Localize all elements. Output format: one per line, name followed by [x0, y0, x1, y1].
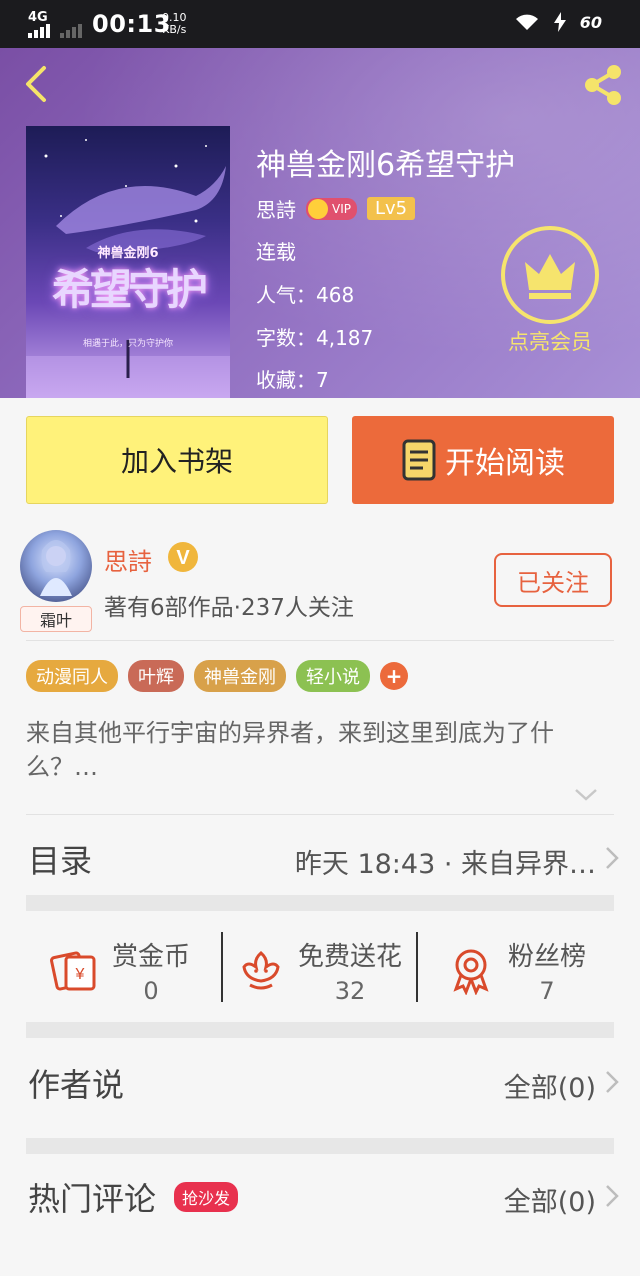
book-header: 神兽金刚6 希望守护 相遇于此，只为守护你 神兽金刚6希望守护 思詩 VIP L…	[0, 48, 640, 398]
start-reading-button[interactable]: 开始阅读	[352, 416, 614, 504]
svg-text:¥: ¥	[75, 966, 85, 983]
author-says-title: 作者说	[28, 1066, 125, 1104]
tag-2[interactable]: 神兽金刚	[194, 660, 286, 692]
author-line: 思詩 VIP Lv5	[256, 194, 416, 223]
fan-rank-label: 粉丝榜	[508, 941, 587, 972]
tag-list: 动漫同人 叶辉 神兽金刚 轻小说 +	[26, 660, 408, 692]
hot-comments-row[interactable]: 热门评论 全部(0)	[0, 1168, 640, 1224]
favorites-count: 收藏：7	[256, 368, 329, 392]
section-separator	[26, 895, 614, 911]
catalog-row[interactable]: 目录 昨天 18:43 · 来自异界…	[0, 830, 640, 886]
fan-rank-value: 7	[539, 976, 555, 1005]
book-title: 神兽金刚6希望守护	[256, 148, 516, 183]
popularity: 人气：468	[256, 283, 355, 307]
stats-bar: ¥ 赏金币 0 免费送花 32 粉丝榜 7	[26, 920, 614, 1020]
avatar-tag: 霜叶	[20, 606, 92, 632]
author-avatar[interactable]	[20, 530, 92, 602]
status-bar: 4G 00:13 0.10 KB/s 60	[0, 0, 640, 48]
add-tag-button[interactable]: +	[380, 662, 408, 690]
avatar-figure-icon	[40, 540, 72, 596]
battery-level: 60	[579, 12, 602, 32]
chevron-right-icon	[606, 847, 619, 869]
member-label: 点亮会员	[508, 330, 592, 354]
coin-gift-icon: ¥	[50, 951, 96, 991]
gift-coins-value: 0	[143, 976, 159, 1005]
gift-coins-label: 赏金币	[112, 941, 191, 972]
crown-icon	[501, 226, 599, 324]
add-to-shelf-button[interactable]: 加入书架	[26, 416, 328, 504]
book-cover[interactable]: 神兽金刚6 希望守护 相遇于此，只为守护你	[26, 126, 230, 398]
tag-3[interactable]: 轻小说	[296, 660, 370, 692]
share-icon[interactable]	[580, 62, 626, 108]
book-description[interactable]: 来自其他平行宇宙的异界者，来到这里到底为了什么？…	[26, 716, 618, 784]
hot-comments-all: 全部(0)	[503, 1187, 596, 1218]
gift-coins-stat[interactable]: ¥ 赏金币 0	[50, 920, 190, 1020]
first-comment-badge[interactable]: 抢沙发	[174, 1182, 239, 1212]
back-arrow-icon[interactable]	[18, 64, 58, 104]
cover-footer: 相遇于此，只为守护你	[82, 339, 173, 349]
start-reading-label: 开始阅读	[445, 446, 565, 481]
net-speed: 0.10 KB/s	[162, 12, 187, 36]
signal-secondary-icon	[60, 24, 82, 38]
verified-v-letter: V	[176, 547, 190, 569]
book-icon	[402, 439, 436, 481]
ribbon-medal-icon	[453, 949, 489, 995]
header-author-name[interactable]: 思詩	[256, 194, 296, 223]
signal-icon	[28, 24, 50, 38]
divider	[26, 640, 614, 641]
word-count: 字数：4,187	[256, 326, 374, 350]
catalog-title: 目录	[28, 842, 93, 880]
author-says-row[interactable]: 作者说 全部(0)	[0, 1054, 640, 1110]
network-type: 4G	[28, 10, 48, 25]
vip-label: VIP	[332, 201, 351, 216]
hot-comments-title: 热门评论	[28, 1180, 157, 1218]
free-flowers-value: 32	[334, 976, 366, 1005]
cover-title-art: 希望守护	[51, 265, 208, 314]
author-stats: 著有6部作品·237人关注	[104, 595, 354, 621]
section-separator	[26, 1138, 614, 1154]
vip-crown-icon	[308, 198, 328, 219]
tag-1[interactable]: 叶辉	[128, 660, 184, 692]
wifi-icon	[515, 14, 538, 30]
member-button[interactable]: 点亮会员	[500, 226, 600, 356]
divider	[26, 814, 614, 815]
flower-icon	[242, 951, 280, 990]
catalog-latest: 昨天 18:43 · 来自异界…	[294, 849, 596, 880]
vip-badge: VIP	[306, 197, 357, 220]
free-flowers-stat[interactable]: 免费送花 32	[236, 920, 402, 1020]
charging-icon	[553, 12, 566, 32]
net-speed-unit: KB/s	[162, 23, 187, 36]
author-name[interactable]: 思詩	[104, 542, 152, 577]
chevron-right-icon	[606, 1185, 619, 1207]
followed-button[interactable]: 已关注	[494, 553, 612, 607]
fan-rank-stat[interactable]: 粉丝榜 7	[446, 920, 586, 1020]
chevron-right-icon	[606, 1071, 619, 1093]
author-says-all: 全部(0)	[503, 1073, 596, 1104]
stat-separator	[221, 932, 223, 1002]
tag-0[interactable]: 动漫同人	[26, 660, 118, 692]
clock: 00:13	[92, 10, 171, 38]
serial-status: 连载	[256, 240, 296, 264]
expand-chevron-icon[interactable]	[574, 786, 598, 802]
level-badge: Lv5	[366, 197, 416, 220]
section-separator	[26, 1022, 614, 1038]
verified-v-icon: V	[168, 542, 198, 572]
stat-separator	[416, 932, 418, 1002]
free-flowers-label: 免费送花	[298, 941, 403, 972]
